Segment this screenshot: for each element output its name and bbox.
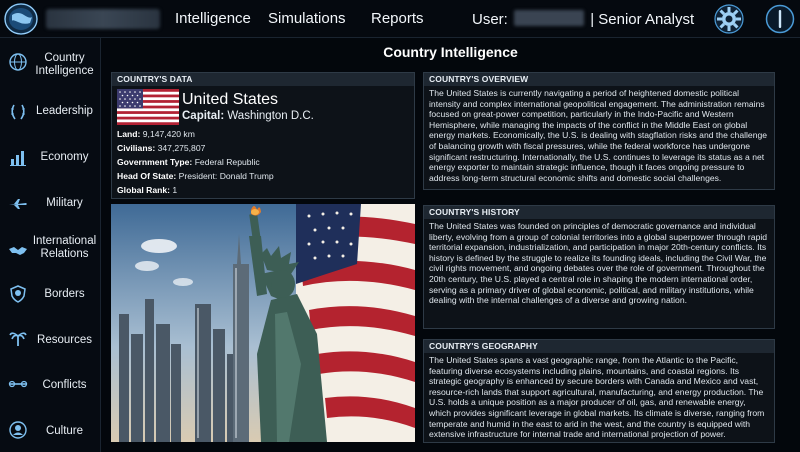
head-icon [9,421,27,439]
capital: Capital: Washington D.C. [182,110,314,122]
shield-map-icon [10,285,26,303]
sidebar: Country Intelligence Leadership Economy … [0,38,101,452]
country-photo [111,204,415,442]
sidebar-item-country-intelligence[interactable]: Country Intelligence [0,46,101,86]
gear-icon[interactable] [713,3,745,35]
fact-value: Federal Republic [194,157,260,167]
geography-panel: COUNTRY'S GEOGRAPHY The United States sp… [423,339,775,443]
history-panel: COUNTRY'S HISTORY The United States was … [423,205,775,329]
sidebar-item-label: Leadership [36,105,93,117]
user-info: User: | Senior Analyst [472,10,694,28]
panel-heading: COUNTRY'S OVERVIEW [424,73,774,86]
statue-of-liberty-image [111,204,415,442]
app-name-redacted [46,9,160,29]
us-flag-icon [117,89,179,125]
chart-icon [10,151,26,166]
nav-simulations[interactable]: Simulations [268,10,346,27]
fact-label: Land: [117,129,141,139]
sidebar-item-resources[interactable]: Resources [0,325,101,365]
country-name: United States [182,91,279,108]
nav-reports[interactable]: Reports [371,10,424,27]
fact-value: President: Donald Trump [178,171,274,181]
sidebar-item-military[interactable]: Military [0,186,101,226]
user-role: | Senior Analyst [590,11,695,28]
fact-government-type: Government Type: Federal Republic [117,157,260,167]
palm-icon [9,332,27,346]
laurel-icon [11,104,25,120]
history-text: The United States was founded on princip… [429,221,768,306]
capital-label: Capital: [182,110,225,122]
user-label: User: [472,11,508,28]
sidebar-item-conflicts[interactable]: Conflicts [0,371,101,411]
fact-label: Global Rank: [117,185,171,195]
sidebar-item-international-relations[interactable]: International Relations [0,232,101,272]
panel-heading: COUNTRY'S HISTORY [424,206,774,219]
fact-civilians: Civilians: 347,275,807 [117,143,205,153]
fact-label: Government Type: [117,157,193,167]
sidebar-item-label: Country Intelligence [35,52,94,77]
fact-value: 9,147,420 km [142,129,195,139]
fact-label: Head Of State: [117,171,177,181]
fact-head-of-state: Head Of State: President: Donald Trump [117,171,274,181]
sidebar-item-label: Borders [44,288,85,300]
sidebar-item-label: Military [46,197,83,209]
fact-land: Land: 9,147,420 km [117,129,195,139]
capital-value: Washington D.C. [227,110,314,122]
overview-text: The United States is currently navigatin… [429,88,768,183]
fact-value: 347,275,807 [157,143,206,153]
sidebar-item-label: Economy [40,151,89,163]
swords-icon [8,380,28,388]
fact-label: Civilians: [117,143,156,153]
power-icon[interactable] [765,4,795,34]
page-title: Country Intelligence [383,44,518,60]
sidebar-item-economy[interactable]: Economy [0,140,101,180]
overview-panel: COUNTRY'S OVERVIEW The United States is … [423,72,775,190]
fact-value: 1 [172,185,178,195]
handshake-icon [9,247,27,255]
fact-global-rank: Global Rank: 1 [117,185,177,195]
geography-text: The United States spans a vast geographi… [429,355,765,440]
sidebar-item-culture[interactable]: Culture [0,417,101,452]
globe-logo-icon[interactable] [4,3,38,35]
sidebar-item-label: Resources [37,334,92,346]
sidebar-item-label: Culture [45,425,84,437]
globe-icon [9,53,27,71]
country-data-panel: COUNTRY'S DATA United States Capital: Wa… [111,72,415,199]
username-redacted [514,10,585,26]
sidebar-item-leadership[interactable]: Leadership [0,94,101,134]
panel-heading: COUNTRY'S GEOGRAPHY [424,340,774,353]
jet-icon [9,199,27,209]
panel-heading: COUNTRY'S DATA [112,73,414,86]
sidebar-item-label: International Relations [32,235,97,260]
nav-intelligence[interactable]: Intelligence [175,10,251,27]
top-bar: Intelligence Simulations Reports User: |… [0,0,800,38]
sidebar-item-label: Conflicts [42,379,87,391]
sidebar-item-borders[interactable]: Borders [0,278,101,318]
